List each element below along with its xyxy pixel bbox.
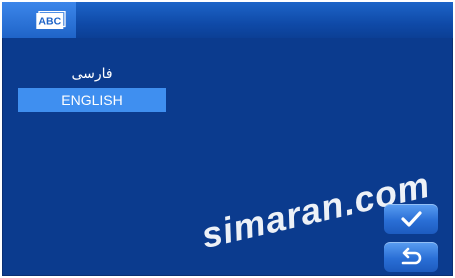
checkmark-icon xyxy=(401,211,422,227)
language-option-persian[interactable]: فارسی xyxy=(18,62,166,86)
title-bar: ABC xyxy=(2,2,453,38)
language-option-english[interactable]: ENGLISH xyxy=(18,88,166,112)
language-settings-screen: ABC فارسی ENGLISH simaran.com xyxy=(2,2,453,276)
return-arrow-icon xyxy=(401,247,422,265)
back-button[interactable] xyxy=(384,242,438,272)
confirm-button[interactable] xyxy=(384,204,438,234)
abc-keyboard-icon: ABC xyxy=(36,11,66,29)
abc-icon-text: ABC xyxy=(38,16,61,28)
tab-language[interactable]: ABC xyxy=(2,2,76,38)
language-list: فارسی ENGLISH xyxy=(18,62,166,114)
